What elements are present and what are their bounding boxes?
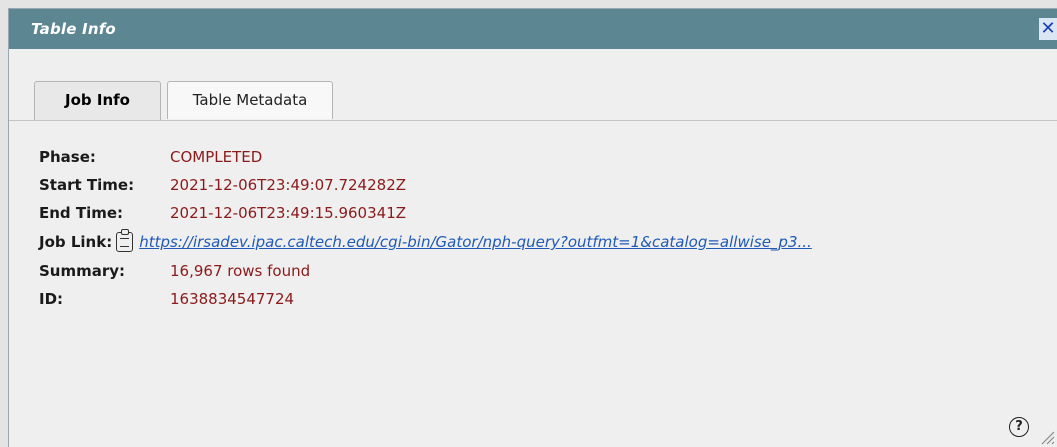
- end-time-label: End Time:: [39, 204, 124, 222]
- clipboard-icon[interactable]: [116, 229, 134, 252]
- table-info-dialog: Table Info ✕ Job Info Table Metadata Pha…: [8, 8, 1057, 447]
- phase-value: COMPLETED: [170, 148, 263, 166]
- resize-grip-icon[interactable]: [1037, 427, 1055, 445]
- summary-label: Summary:: [39, 262, 126, 280]
- job-link-row: Job Link: https://irsadev.ipac.caltech.e…: [39, 229, 812, 254]
- start-time-label: Start Time:: [39, 176, 135, 194]
- id-label: ID:: [39, 290, 64, 308]
- start-time-row: Start Time: 2021-12-06T23:49:07.724282Z: [39, 173, 406, 197]
- id-row: ID: 1638834547724: [39, 287, 294, 311]
- help-icon[interactable]: ?: [1009, 417, 1029, 437]
- dialog-titlebar[interactable]: Table Info ✕: [9, 9, 1057, 49]
- end-time-row: End Time: 2021-12-06T23:49:15.960341Z: [39, 201, 406, 225]
- phase-row: Phase: COMPLETED: [39, 145, 262, 169]
- tab-divider: [9, 120, 1057, 121]
- tab-job-info[interactable]: Job Info: [34, 81, 161, 121]
- job-link[interactable]: https://irsadev.ipac.caltech.edu/cgi-bin…: [139, 233, 812, 251]
- phase-label: Phase:: [39, 148, 96, 166]
- end-time-value: 2021-12-06T23:49:15.960341Z: [170, 204, 407, 222]
- summary-row: Summary: 16,967 rows found: [39, 259, 310, 283]
- tab-bar: Job Info Table Metadata: [9, 81, 1057, 121]
- summary-value: 16,967 rows found: [170, 262, 311, 280]
- close-icon[interactable]: ✕: [1039, 18, 1057, 40]
- dialog-title: Table Info: [31, 20, 116, 38]
- id-value: 1638834547724: [170, 290, 295, 308]
- job-link-label: Job Link:: [39, 233, 113, 251]
- tab-table-metadata[interactable]: Table Metadata: [167, 81, 333, 119]
- start-time-value: 2021-12-06T23:49:07.724282Z: [170, 176, 407, 194]
